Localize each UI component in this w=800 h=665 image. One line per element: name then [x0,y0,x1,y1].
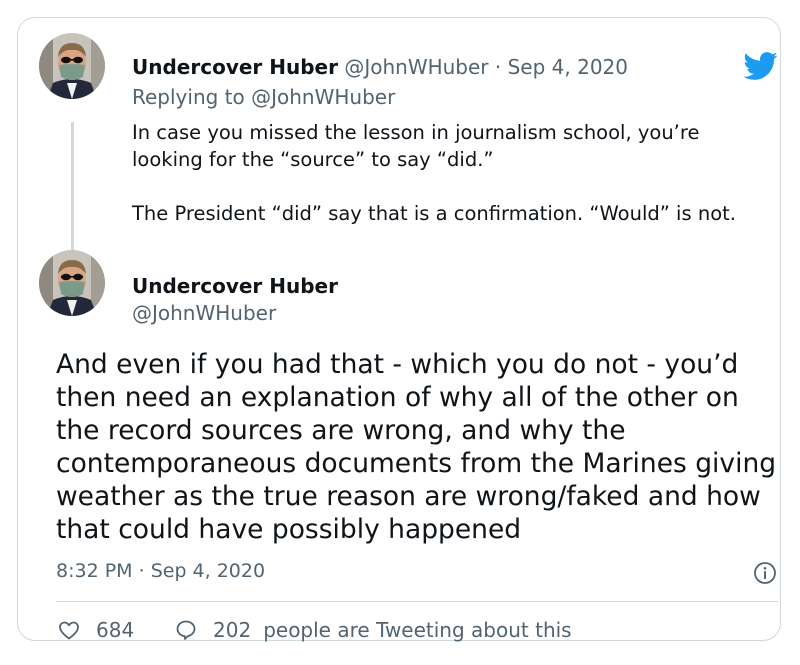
twitter-bird-icon[interactable] [742,48,778,84]
replying-to-handle-link[interactable]: @JohnWHuber [251,85,395,109]
reply-paragraph-2: The President “did” say that is a confir… [132,202,736,225]
replying-to-label: Replying to [132,85,245,109]
reply-avatar[interactable] [39,33,105,99]
heart-icon[interactable] [56,618,82,642]
reply-author-handle[interactable]: @JohnWHuber [344,55,488,79]
tweeting-stat[interactable]: 202 people are Tweeting about this [173,616,572,644]
replying-to-line: Replying to @JohnWHuber [132,84,395,110]
timestamp-time: 8:32 PM [56,560,133,582]
reply-date[interactable]: Sep 4, 2020 [508,55,628,79]
main-author-name[interactable]: Undercover Huber [132,273,338,299]
reply-author-name[interactable]: Undercover Huber [132,55,338,79]
timestamp-separator: · [138,560,145,582]
speech-bubble-icon[interactable] [173,618,199,642]
like-count: 684 [96,618,135,642]
reply-header: Undercover Huber @JohnWHuber · Sep 4, 20… [132,54,628,80]
header-separator: · [494,55,502,79]
main-avatar[interactable] [39,250,105,316]
main-tweet-timestamp[interactable]: 8:32 PM · Sep 4, 2020 [56,558,265,584]
info-icon[interactable] [753,561,777,585]
tweeting-count: 202 [213,618,252,642]
main-tweet-text: And even if you had that - which you do … [56,349,777,545]
reply-paragraph-1: In case you missed the lesson in journal… [132,121,700,171]
stats-divider [56,601,778,602]
tweet-embed-card: Undercover Huber @JohnWHuber · Sep 4, 20… [17,17,781,644]
reply-tweet-text: In case you missed the lesson in journal… [132,119,752,227]
tweeting-label: people are Tweeting about this [263,618,572,642]
timestamp-date: Sep 4, 2020 [150,560,266,582]
main-author-handle[interactable]: @JohnWHuber [132,300,276,326]
like-stat[interactable]: 684 [56,616,134,644]
thread-connector-line [71,122,74,255]
